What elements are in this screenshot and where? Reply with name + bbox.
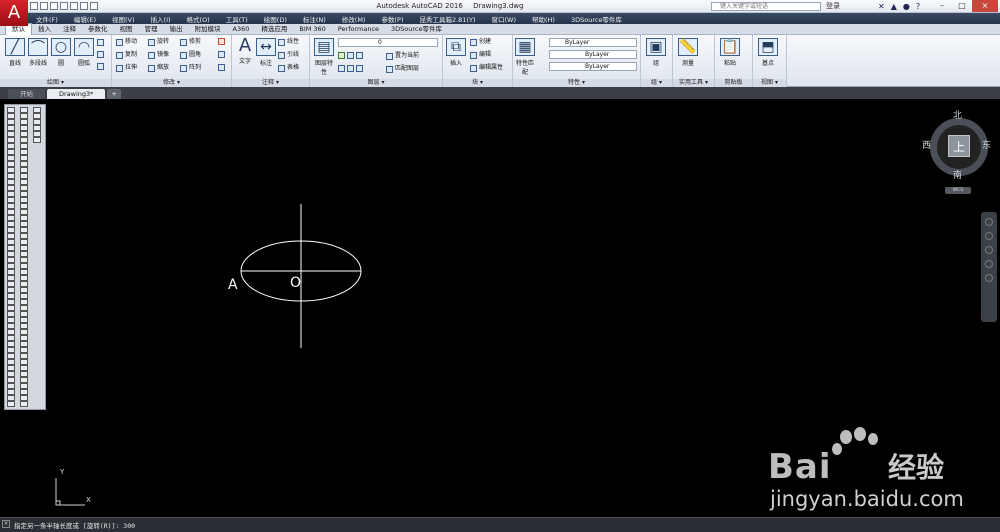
zoom-icon[interactable]	[985, 246, 993, 254]
left-tool-button[interactable]	[20, 401, 28, 407]
ucs-origin-box	[55, 500, 61, 506]
app-logo[interactable]: A	[0, 0, 28, 26]
ucs-y-label: Y	[60, 468, 65, 476]
watermark-brand: Bai	[768, 447, 832, 487]
pan-icon[interactable]	[985, 232, 993, 240]
navigation-bar	[981, 212, 997, 322]
compass-south[interactable]: 南	[953, 168, 962, 181]
watermark-url: jingyan.baidu.com	[770, 487, 964, 511]
left-toolbar	[4, 104, 46, 410]
showmotion-icon[interactable]	[985, 274, 993, 282]
compass-north[interactable]: 北	[953, 108, 962, 121]
watermark-brand-cn: 经验	[888, 451, 945, 484]
command-close-icon[interactable]: ×	[2, 520, 10, 528]
point-label-a: A	[228, 277, 238, 293]
ucs-x-label: X	[86, 496, 91, 504]
command-prompt: 指定另一条半轴长度或 [旋转(R)]: 300	[14, 522, 136, 530]
wcs-menu[interactable]: WCS	[945, 187, 971, 194]
compass-west[interactable]: 西	[922, 138, 931, 151]
orbit-icon[interactable]	[985, 260, 993, 268]
cube-top-face[interactable]: 上	[948, 135, 970, 157]
command-line[interactable]	[0, 517, 1000, 532]
left-tool-button[interactable]	[33, 137, 41, 143]
steering-wheel-icon[interactable]	[985, 218, 993, 226]
compass-east[interactable]: 东	[982, 138, 991, 151]
point-label-o: O	[290, 275, 302, 291]
left-tool-button[interactable]	[7, 401, 15, 407]
viewcube[interactable]: 上 北 南 东 西 WCS	[920, 108, 998, 194]
